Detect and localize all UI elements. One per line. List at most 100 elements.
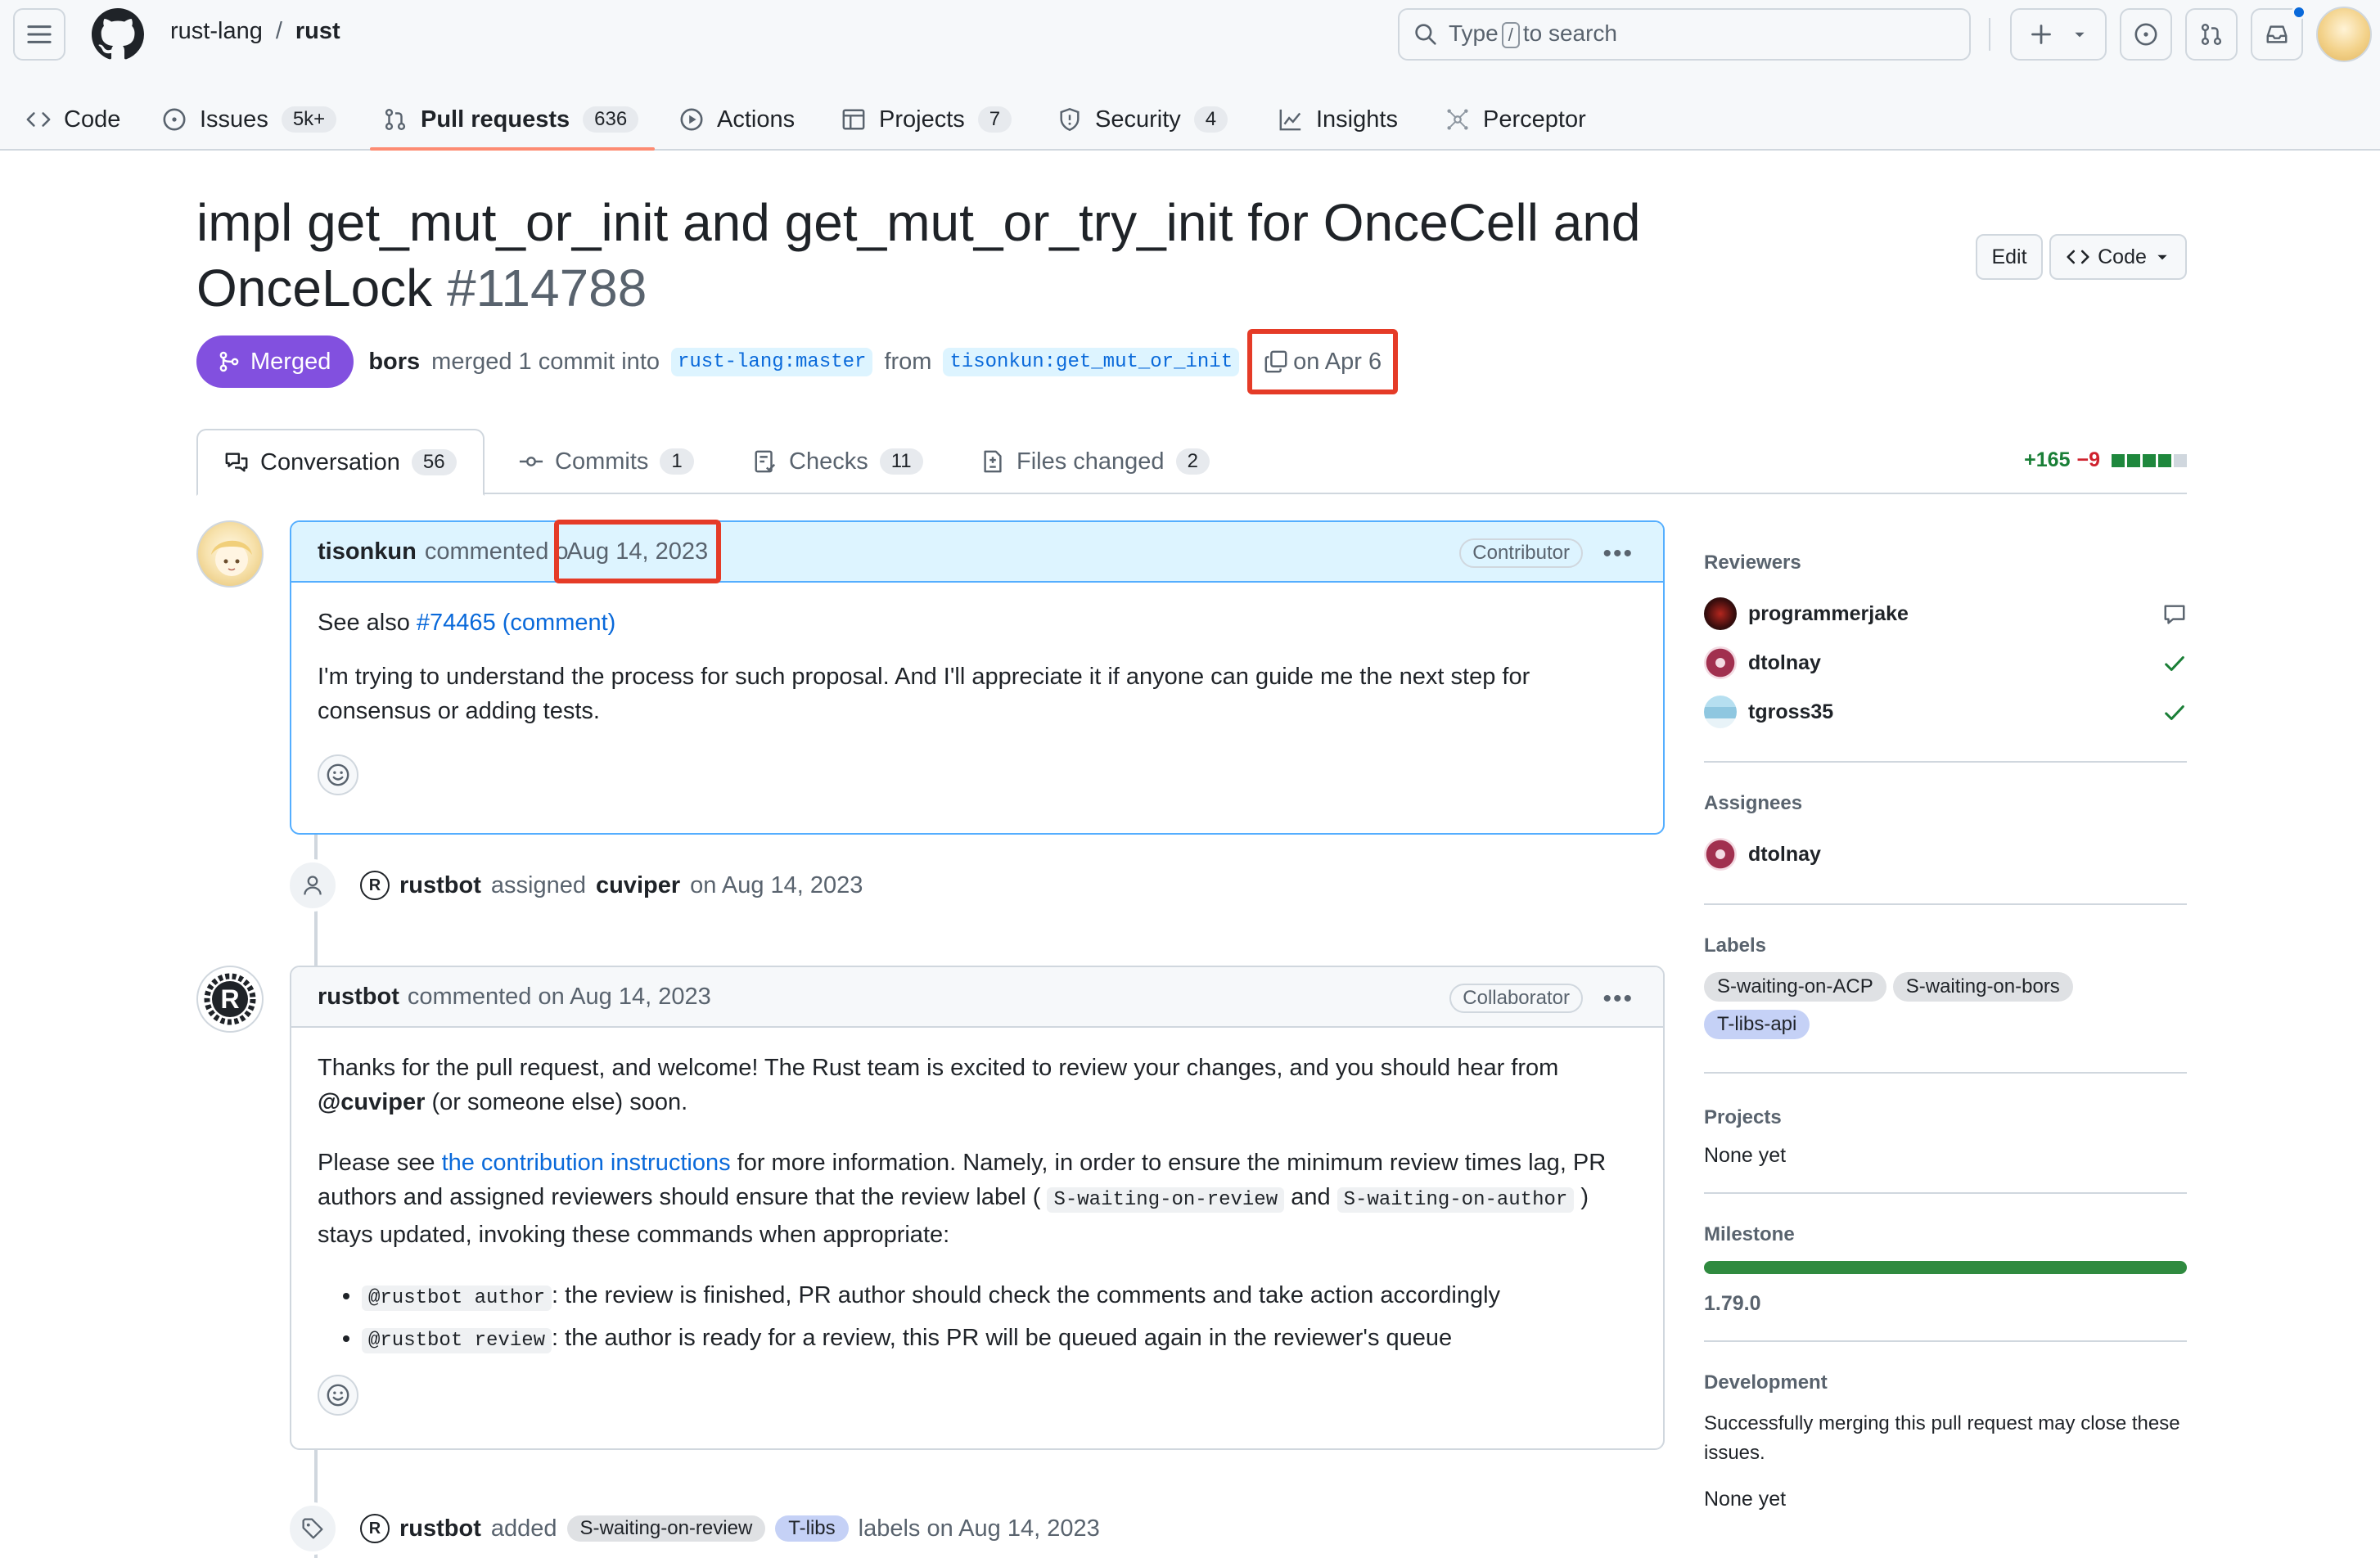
assignee-item[interactable]: dtolnay [1704,830,2187,879]
kebab-horizontal-icon[interactable]: ••• [1602,985,1634,1013]
issues-button[interactable] [2120,8,2172,61]
nav-actions[interactable]: Actions [679,88,795,151]
code-icon [2067,250,2089,264]
owner-link[interactable]: rust-lang [170,18,263,45]
sidebar-section-title[interactable]: Projects [1704,1106,2187,1129]
sidebar-labels: Labels S-waiting-on-ACP S-waiting-on-bors… [1704,905,2187,1074]
sidebar-section-title[interactable]: Assignees [1704,792,2187,815]
tag-icon [286,1502,339,1555]
timeline-event-labeled: R rustbot added S-waiting-on-review T-li… [286,1499,1100,1558]
label-t-libs[interactable]: T-libs [775,1515,849,1542]
avatar[interactable] [196,520,264,588]
rust-logo-icon: R [204,973,256,1025]
sidebar-reviewers: Reviewers programmerjake dtolnay tgross3… [1704,540,2187,763]
sidebar-section-title[interactable]: Labels [1704,934,2187,957]
shield-icon [1060,107,1080,132]
issue-opened-icon [163,108,186,131]
command-description: : the author is ready for a review, this… [552,1325,1453,1351]
milestone-progress-bar [1704,1261,2187,1274]
merged-date[interactable]: on Apr 6 [1293,349,1382,376]
reviewer-item[interactable]: dtolnay [1704,638,2187,687]
event-date[interactable]: on Aug 14, 2023 [690,872,863,899]
search-icon [1415,24,1436,45]
create-new-button[interactable] [2010,8,2107,61]
from-text: from [884,348,932,375]
milestone-name[interactable]: 1.79.0 [1704,1292,2187,1316]
rustbot-mini-avatar[interactable]: R [360,1514,390,1543]
code-icon [26,112,51,127]
comment-body: Thanks for the pull request, and welcome… [291,1028,1663,1416]
label-t-libs-api[interactable]: T-libs-api [1704,1010,1810,1039]
reviewer-item[interactable]: tgross35 [1704,687,2187,736]
tab-commits[interactable]: Commits 1 [519,429,694,494]
event-actor[interactable]: rustbot [399,872,481,899]
edit-button[interactable]: Edit [1976,234,2043,280]
github-logo-icon[interactable] [92,8,144,61]
avatar [1704,646,1737,679]
reviewer-item[interactable]: programmerjake [1704,589,2187,638]
comment-header: tisonkun commented o Aug 14, 2023 Contri… [291,520,1663,583]
head-branch[interactable]: tisonkun:get_mut_or_init [943,347,1240,376]
instructions-and: and [1291,1184,1331,1210]
merger-link[interactable]: bors [368,349,420,376]
add-reaction-button[interactable] [318,1375,358,1416]
pr-number: #114788 [446,259,647,317]
reviewer-name: tgross35 [1748,700,1834,723]
label-s-waiting-on-bors[interactable]: S-waiting-on-bors [1892,972,2073,1002]
nav-projects[interactable]: Projects 7 [841,88,1012,151]
search-input[interactable]: Type / to search [1398,8,1971,61]
user-avatar[interactable] [2316,7,2372,62]
nav-perceptor[interactable]: Perceptor [1445,88,1586,151]
nav-issues[interactable]: Issues 5k+ [162,88,337,151]
tab-checks[interactable]: Checks 11 [753,429,923,494]
tab-conversation[interactable]: Conversation 56 [196,429,485,496]
label-s-waiting-on-review[interactable]: S-waiting-on-review [566,1515,766,1542]
list-item: @rustbot author: the review is finished,… [362,1278,1637,1316]
rustbot-mini-avatar[interactable]: R [360,871,390,900]
merged-state-badge: Merged [196,335,354,388]
avatar[interactable]: R [196,966,264,1033]
perceptor-icon [1447,109,1468,130]
comment-action[interactable]: commented on Aug 14, 2023 [408,984,711,1011]
comment-date[interactable]: Aug 14, 2023 [567,538,709,565]
event-verb: assigned [490,871,586,898]
event-target[interactable]: cuviper [596,872,680,899]
label-s-waiting-on-acp[interactable]: S-waiting-on-ACP [1704,972,1886,1002]
nav-security[interactable]: Security 4 [1057,88,1228,151]
nav-insights[interactable]: Insights [1278,88,1398,151]
code-dropdown-button[interactable]: Code [2049,234,2187,280]
sidebar-development: Development Successfully merging this pu… [1704,1342,2187,1536]
event-verb: added [490,1515,557,1542]
file-diff-icon [984,450,1002,473]
tab-files-changed[interactable]: Files changed 2 [980,429,1210,494]
repo-link[interactable]: rust [295,18,340,45]
comment-author[interactable]: tisonkun [318,538,417,565]
nav-code[interactable]: Code [26,88,120,151]
sidebar-section-title[interactable]: Reviewers [1704,552,2187,574]
nav-pull-requests[interactable]: Pull requests 636 [383,88,639,151]
merged-text: merged 1 commit into [431,348,660,375]
menu-button[interactable] [13,8,65,61]
copy-icon[interactable] [1264,349,1288,374]
contribution-instructions-link[interactable]: the contribution instructions [442,1150,731,1176]
event-actor[interactable]: rustbot [399,1515,481,1542]
base-branch[interactable]: rust-lang:master [671,347,873,376]
reviewer-name: programmerjake [1748,601,1909,625]
comment-rustbot: rustbot commented on Aug 14, 2023 Collab… [290,966,1665,1450]
sidebar-section-title[interactable]: Milestone [1704,1223,2187,1246]
see-also-prefix: See also [318,610,410,636]
mention-cuviper[interactable]: @cuviper [318,1089,425,1115]
sidebar-section-title[interactable]: Development [1704,1371,2187,1394]
git-pull-request-icon [2201,23,2222,46]
comment-author[interactable]: rustbot [318,984,399,1011]
comment-action: commented o [424,538,569,565]
kebab-horizontal-icon[interactable]: ••• [1602,540,1634,568]
pull-requests-button[interactable] [2185,8,2238,61]
see-also-link[interactable]: #74465 (comment) [417,610,615,636]
triangle-down-icon [2075,32,2085,38]
hamburger-icon [27,25,52,43]
nav-count: 4 [1193,106,1228,133]
add-reaction-button[interactable] [318,754,358,795]
event-tail[interactable]: labels on Aug 14, 2023 [859,1515,1100,1542]
play-icon [680,108,703,131]
